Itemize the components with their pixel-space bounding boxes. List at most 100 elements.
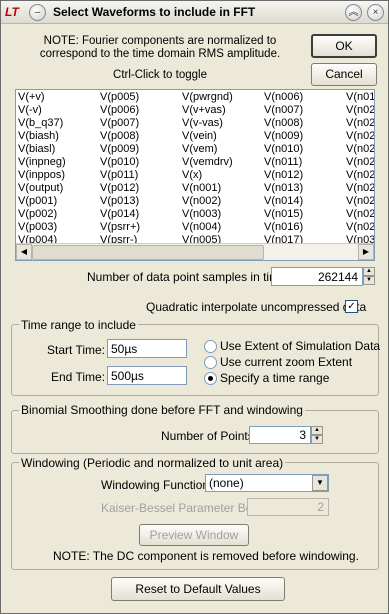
waveform-item[interactable]: V(pwrgnd): [182, 91, 233, 104]
windowing-group-label: Windowing (Periodic and normalized to un…: [19, 456, 286, 470]
waveform-item[interactable]: V(n002): [182, 195, 233, 208]
radio-specify-range[interactable]: [204, 372, 217, 385]
spin-up-icon[interactable]: ▲: [311, 426, 323, 435]
waveform-item[interactable]: V(n02: [346, 182, 374, 195]
waveform-item[interactable]: V(inppos): [18, 169, 66, 182]
quadratic-label: Quadratic interpolate uncompressed data: [146, 300, 367, 314]
window-function-label: Windowing Function:: [101, 478, 213, 492]
samples-spinner[interactable]: ▲ ▼: [363, 267, 375, 285]
samples-input[interactable]: 262144: [271, 267, 363, 286]
waveform-item[interactable]: V(output): [18, 182, 66, 195]
points-spinner[interactable]: ▲ ▼: [311, 426, 323, 444]
waveform-item[interactable]: V(p014): [100, 208, 140, 221]
waveform-item[interactable]: V(p010): [100, 156, 140, 169]
cancel-button[interactable]: Cancel: [311, 63, 377, 86]
end-time-input[interactable]: 500µs: [107, 366, 187, 385]
waveform-item[interactable]: V(p008): [100, 130, 140, 143]
waveform-item[interactable]: V(p003): [18, 221, 66, 234]
waveform-item[interactable]: V(inpneg): [18, 156, 66, 169]
waveform-item[interactable]: V(n02: [346, 221, 374, 234]
waveform-item[interactable]: V(n012): [264, 169, 303, 182]
window-menu-icon[interactable]: –: [29, 4, 46, 21]
waveform-item[interactable]: V(vem): [182, 143, 233, 156]
points-label: Number of Points:: [161, 429, 258, 443]
end-time-label: End Time:: [51, 370, 106, 384]
waveform-item[interactable]: V(b_q37): [18, 117, 66, 130]
waveform-item[interactable]: V(vein): [182, 130, 233, 143]
waveform-item[interactable]: V(n01: [346, 91, 374, 104]
waveform-column-1: V(+v) V(-v) V(b_q37) V(biash) V(biasl) V(inpn…: [18, 91, 66, 247]
fft-dialog: LT – Select Waveforms to include in FFT …: [0, 0, 389, 614]
spin-down-icon[interactable]: ▼: [311, 435, 323, 444]
waveform-item[interactable]: V(p007): [100, 117, 140, 130]
normalization-note: NOTE: Fourier components are normalized …: [39, 35, 281, 60]
scroll-left-icon[interactable]: ◀: [16, 244, 32, 260]
waveform-item[interactable]: V(v+vas): [182, 104, 233, 117]
waveform-item[interactable]: V(+v): [18, 91, 66, 104]
waveform-item[interactable]: V(n02: [346, 104, 374, 117]
scroll-thumb[interactable]: [32, 245, 264, 260]
waveform-item[interactable]: V(n02: [346, 169, 374, 182]
waveform-item[interactable]: V(n02: [346, 130, 374, 143]
waveform-list[interactable]: V(+v) V(-v) V(b_q37) V(biash) V(biasl) V(inpn…: [15, 89, 375, 261]
waveform-item[interactable]: V(n009): [264, 130, 303, 143]
waveform-item[interactable]: V(n015): [264, 208, 303, 221]
waveform-item[interactable]: V(n003): [182, 208, 233, 221]
waveform-item[interactable]: V(n014): [264, 195, 303, 208]
waveform-item[interactable]: V(p001): [18, 195, 66, 208]
collapse-chevron-icon[interactable]: ︽: [345, 4, 362, 21]
time-range-group-label: Time range to include: [19, 318, 138, 332]
waveform-item[interactable]: V(n02: [346, 117, 374, 130]
waveform-item[interactable]: V(n011): [264, 156, 303, 169]
ok-button[interactable]: OK: [311, 34, 377, 58]
waveform-item[interactable]: V(n007): [264, 104, 303, 117]
radio-zoom-extent[interactable]: [204, 356, 217, 369]
option-extent-simulation-label: Use Extent of Simulation Data: [220, 339, 381, 353]
waveform-item[interactable]: V(n02: [346, 156, 374, 169]
waveform-item[interactable]: V(vemdrv): [182, 156, 233, 169]
waveform-item[interactable]: V(n001): [182, 182, 233, 195]
beta-label: Kaiser-Bessel Parameter Beta:: [101, 501, 266, 515]
waveform-item[interactable]: V(n02: [346, 195, 374, 208]
window-title: Select Waveforms to include in FFT: [53, 5, 256, 19]
samples-label: Number of data point samples in time:: [87, 270, 290, 284]
waveform-item[interactable]: V(p006): [100, 104, 140, 117]
spin-up-icon[interactable]: ▲: [363, 267, 375, 276]
waveform-item[interactable]: V(-v): [18, 104, 66, 117]
start-time-input[interactable]: 50µs: [107, 339, 187, 358]
waveform-item[interactable]: V(n008): [264, 117, 303, 130]
waveform-item[interactable]: V(n016): [264, 221, 303, 234]
waveform-item[interactable]: V(v-vas): [182, 117, 233, 130]
waveform-item[interactable]: V(p012): [100, 182, 140, 195]
waveform-item[interactable]: V(biasl): [18, 143, 66, 156]
horizontal-scrollbar[interactable]: ◀ ▶: [16, 243, 374, 260]
spin-down-icon[interactable]: ▼: [363, 276, 375, 285]
waveform-item[interactable]: V(n010): [264, 143, 303, 156]
points-input[interactable]: 3: [249, 426, 311, 444]
chevron-down-icon[interactable]: ▼: [312, 475, 328, 491]
waveform-column-5: V(n01 V(n02 V(n02 V(n02 V(n02 V(n02 V(n02 V(n02…: [346, 91, 374, 247]
waveform-item[interactable]: V(biash): [18, 130, 66, 143]
scroll-right-icon[interactable]: ▶: [358, 244, 374, 260]
option-zoom-extent-label: Use current zoom Extent: [220, 355, 353, 369]
waveform-item[interactable]: V(n02: [346, 208, 374, 221]
waveform-item[interactable]: V(n02: [346, 143, 374, 156]
waveform-item[interactable]: V(p009): [100, 143, 140, 156]
waveform-item[interactable]: V(p013): [100, 195, 140, 208]
window-function-select[interactable]: (none): [205, 474, 329, 492]
waveform-item[interactable]: V(x): [182, 169, 233, 182]
reset-defaults-button[interactable]: Reset to Default Values: [111, 577, 285, 601]
waveform-item[interactable]: V(p011): [100, 169, 140, 182]
waveform-item[interactable]: V(p002): [18, 208, 66, 221]
quadratic-checkbox[interactable]: ✓: [345, 300, 358, 313]
waveform-item[interactable]: V(p005): [100, 91, 140, 104]
waveform-item[interactable]: V(n004): [182, 221, 233, 234]
waveform-item[interactable]: V(n006): [264, 91, 303, 104]
waveform-item[interactable]: V(n013): [264, 182, 303, 195]
waveform-item[interactable]: V(psrr+): [100, 221, 140, 234]
radio-extent-simulation[interactable]: [204, 340, 217, 353]
close-icon[interactable]: ×: [367, 4, 384, 21]
option-specify-range-label: Specify a time range: [220, 371, 330, 385]
preview-window-button: Preview Window: [139, 524, 249, 546]
ltspice-logo-icon: LT: [5, 5, 19, 19]
